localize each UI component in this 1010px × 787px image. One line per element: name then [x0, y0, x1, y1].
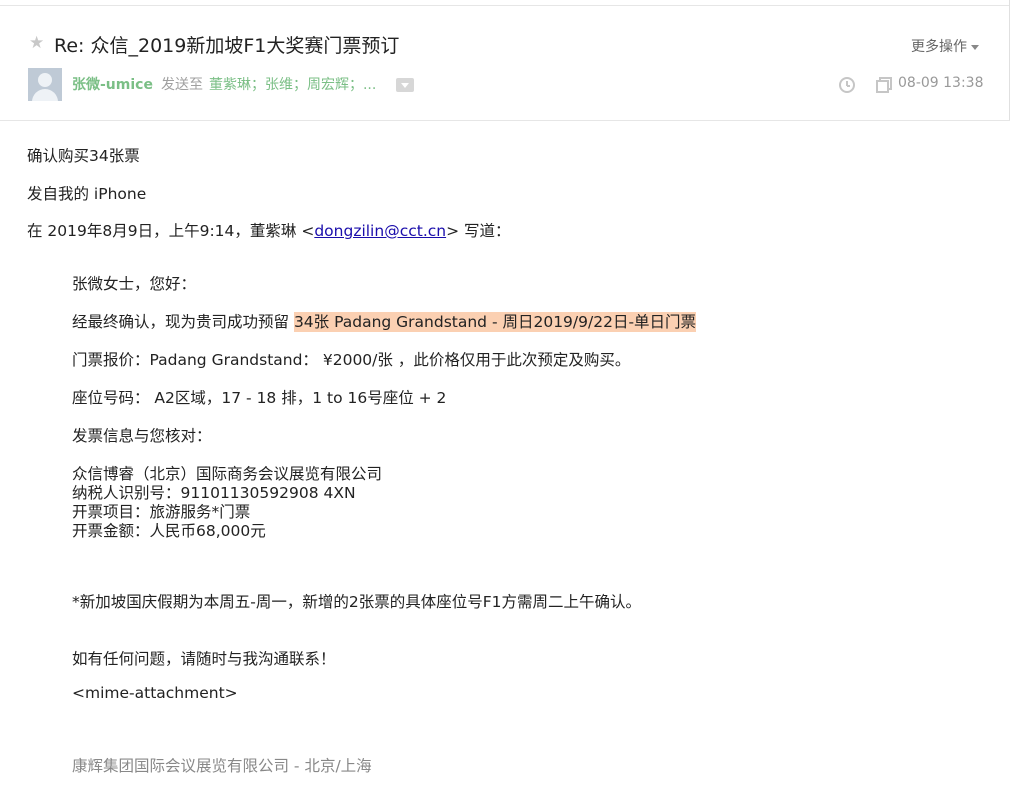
- mobile-signature: 发自我的 iPhone: [27, 185, 147, 203]
- header-divider: [0, 120, 1010, 121]
- recipients-dropdown-icon[interactable]: [396, 78, 414, 92]
- email-datetime: 08-09 13:38: [898, 75, 984, 91]
- company-signature: 康辉集团国际会议展览有限公司 - 北京/上海: [72, 757, 372, 775]
- seat-line: 座位号码： A2区域，17 - 18 排，1 to 16号座位 + 2: [72, 389, 447, 407]
- highlighted-ticket-info: 34张 Padang Grandstand - 周日2019/9/22日-单日门…: [293, 312, 697, 332]
- window-top-border: [0, 0, 1010, 6]
- more-actions-label: 更多操作: [911, 39, 967, 55]
- chevron-down-icon: [971, 44, 979, 50]
- holiday-note: *新加坡国庆假期为本周五-周一，新增的2张票的具体座位号F1方需周二上午确认。: [72, 593, 641, 611]
- star-icon[interactable]: ★: [29, 33, 44, 53]
- avatar-head: [38, 73, 52, 87]
- sender-row: 张微-umice 发送至 董紫琳；张维；周宏辉；...: [72, 74, 376, 94]
- copy-icon-front: [876, 80, 889, 93]
- reply-text: 确认购买34张票: [27, 147, 140, 165]
- clock-icon[interactable]: [839, 77, 855, 93]
- sender-name[interactable]: 张微-umice: [72, 77, 153, 93]
- avatar[interactable]: [28, 68, 62, 101]
- avatar-body: [32, 89, 58, 101]
- recipients-list[interactable]: 董紫琳；张维；周宏辉；...: [209, 77, 376, 93]
- quote-suffix: > 写道：: [446, 222, 511, 240]
- email-subject: Re: 众信_2019新加坡F1大奖赛门票预订: [54, 35, 400, 57]
- invoice-amount: 开票金额：人民币68,000元: [72, 522, 266, 540]
- quote-header: 在 2019年8月9日，上午9:14，董紫琳 <dongzilin@cct.cn…: [27, 219, 511, 241]
- greeting: 张微女士，您好：: [72, 275, 197, 293]
- copy-icon[interactable]: [876, 77, 892, 93]
- contact-line: 如有任何问题，请随时与我沟通联系！: [72, 650, 336, 668]
- booking-confirmation: 经最终确认，现为贵司成功预留 34张 Padang Grandstand - 周…: [72, 310, 697, 332]
- more-actions-button[interactable]: 更多操作: [911, 36, 979, 56]
- quote-prefix: 在 2019年8月9日，上午9:14，董紫琳 <: [27, 222, 315, 240]
- quoted-email-link[interactable]: dongzilin@cct.cn: [314, 222, 446, 240]
- invoice-check-line: 发票信息与您核对：: [72, 427, 212, 445]
- confirm-prefix: 经最终确认，现为贵司成功预留: [72, 313, 294, 331]
- mime-attachment[interactable]: <mime-attachment>: [72, 684, 238, 702]
- price-line: 门票报价：Padang Grandstand： ¥2000/张 ，此价格仅用于此…: [72, 351, 631, 369]
- sent-to-label: 发送至: [160, 77, 203, 93]
